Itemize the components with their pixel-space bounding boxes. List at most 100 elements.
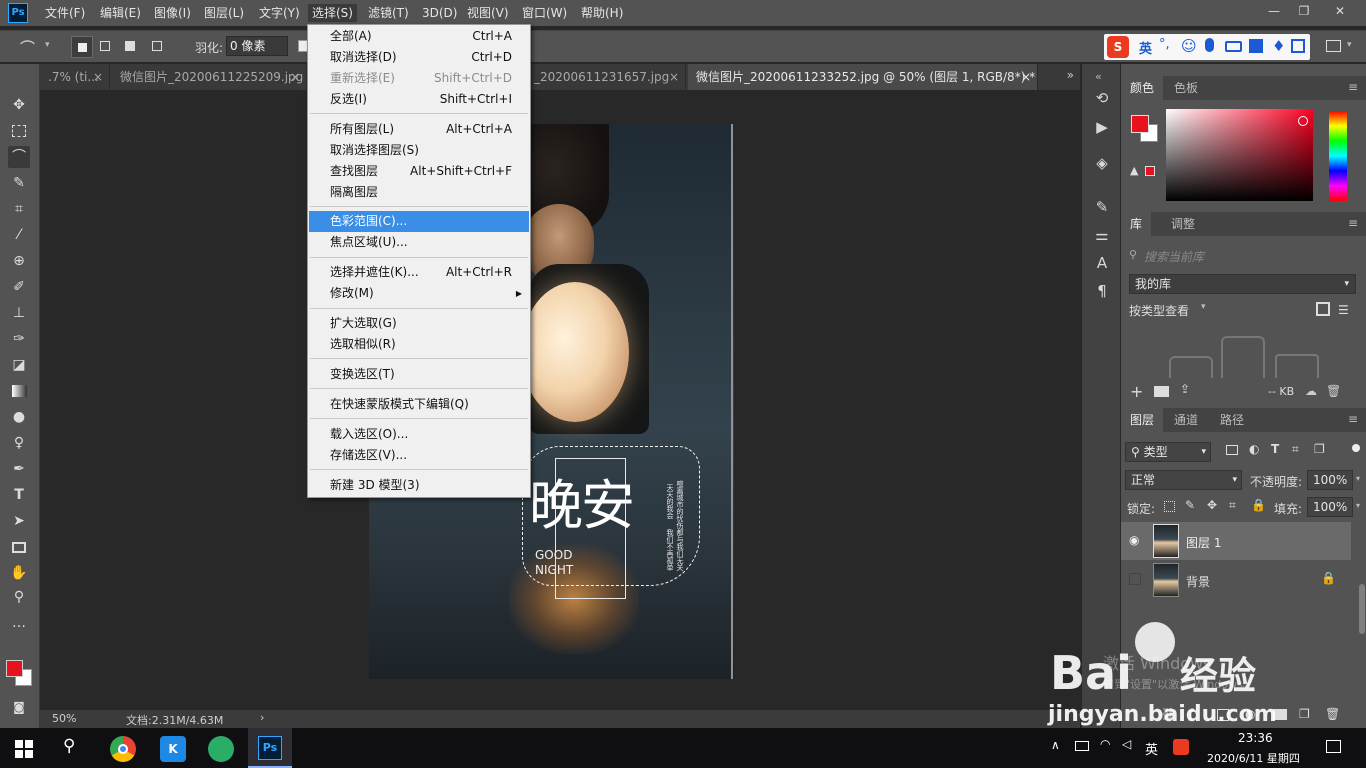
windows-start-icon[interactable] bbox=[15, 740, 33, 758]
menu-layer[interactable]: 图层(L) bbox=[200, 4, 248, 22]
rectangle-tool-icon[interactable] bbox=[8, 536, 30, 558]
folder-icon[interactable] bbox=[1154, 386, 1169, 397]
restore-button[interactable]: ❐ bbox=[1289, 0, 1319, 22]
adjust-sliders-icon[interactable]: ⚌ bbox=[1091, 224, 1113, 246]
feather-input[interactable]: 0 像素 bbox=[226, 36, 288, 56]
chevron-down-icon[interactable]: ▾ bbox=[1356, 501, 1360, 510]
grid-view-icon[interactable] bbox=[1316, 302, 1330, 316]
add-icon[interactable]: + bbox=[1130, 382, 1143, 401]
library-search-input[interactable]: 搜索当前库 bbox=[1144, 248, 1204, 265]
3d-icon[interactable]: ◈ bbox=[1091, 152, 1113, 174]
layer-row-2[interactable]: 背景 🔒 bbox=[1121, 561, 1351, 599]
view-by-type[interactable]: 按类型查看 bbox=[1129, 302, 1189, 319]
filter-type-icon[interactable]: T bbox=[1271, 442, 1279, 456]
menu-item-transform-selection[interactable]: 变换选区(T) bbox=[309, 364, 529, 385]
network-icon[interactable]: ◠ bbox=[1100, 737, 1110, 751]
emoji-icon[interactable]: ☺ bbox=[1181, 37, 1197, 55]
menu-item-modify[interactable]: 修改(M) ▶ bbox=[309, 283, 529, 304]
menu-select[interactable]: 选择(S) bbox=[308, 4, 357, 22]
tab-channels[interactable]: 通道 bbox=[1165, 408, 1207, 432]
skin-icon[interactable] bbox=[1249, 39, 1263, 53]
brush-tool-icon[interactable]: ✐ bbox=[8, 276, 30, 298]
history-icon[interactable]: ⟲ bbox=[1091, 87, 1113, 109]
microphone-icon[interactable] bbox=[1205, 38, 1214, 52]
lock-artboard-icon[interactable]: ⌗ bbox=[1229, 498, 1236, 513]
gradient-tool-icon[interactable] bbox=[8, 380, 30, 402]
menu-3d[interactable]: 3D(D) bbox=[418, 4, 461, 22]
upload-icon[interactable]: ⇪ bbox=[1180, 382, 1190, 396]
hand-tool-icon[interactable]: ✋ bbox=[8, 562, 30, 584]
filter-adjustment-icon[interactable]: ◐ bbox=[1249, 442, 1259, 456]
tab-color[interactable]: 颜色 bbox=[1121, 76, 1164, 100]
lock-transparent-icon[interactable] bbox=[1164, 501, 1175, 512]
actions-play-icon[interactable]: ▶ bbox=[1091, 116, 1113, 138]
tab-swatches[interactable]: 色板 bbox=[1165, 76, 1207, 100]
close-button[interactable]: ✕ bbox=[1325, 0, 1355, 22]
menu-item-save-selection[interactable]: 存储选区(V)... bbox=[309, 445, 529, 466]
panel-menu-icon[interactable]: ≡ bbox=[1348, 412, 1358, 426]
zoom-tool-icon[interactable]: ⚲ bbox=[8, 586, 30, 608]
ime-lang-indicator[interactable]: 英 bbox=[1145, 739, 1158, 758]
new-layer-icon[interactable]: ❐ bbox=[1299, 707, 1310, 721]
wechat-icon[interactable] bbox=[208, 736, 234, 762]
library-select[interactable]: 我的库 ▾ bbox=[1129, 274, 1356, 294]
search-icon[interactable]: ⚲ bbox=[63, 736, 75, 756]
tab-doc-active[interactable]: 微信图片_20200611233252.jpg @ 50% (图层 1, RGB… bbox=[688, 64, 1038, 90]
keyboard-icon[interactable] bbox=[1225, 41, 1242, 52]
quick-mask-icon[interactable]: ◙ bbox=[8, 696, 30, 718]
lasso-tool-icon[interactable]: ⌒ bbox=[8, 146, 30, 168]
list-view-icon[interactable]: ☰ bbox=[1338, 303, 1349, 317]
gamut-swatch[interactable] bbox=[1145, 166, 1155, 176]
close-icon[interactable]: × bbox=[1021, 64, 1031, 90]
eyedropper-tool-icon[interactable]: ⁄ bbox=[8, 224, 30, 246]
layer-filter-select[interactable]: ⚲ 类型 ▾ bbox=[1125, 442, 1211, 462]
foreground-color-swatch[interactable] bbox=[6, 660, 23, 677]
filter-pixel-icon[interactable] bbox=[1226, 445, 1238, 455]
lock-pixels-icon[interactable]: ✎ bbox=[1185, 498, 1195, 512]
menu-item-find-layers[interactable]: 查找图层 Alt+Shift+Ctrl+F bbox=[309, 161, 529, 182]
panel-menu-icon[interactable]: ≡ bbox=[1348, 80, 1358, 94]
sogou-logo-icon[interactable]: S bbox=[1107, 36, 1129, 58]
ime-punct-toggle[interactable]: °, bbox=[1159, 37, 1170, 52]
workspace-icon[interactable] bbox=[1326, 40, 1341, 52]
status-menu-arrow[interactable]: › bbox=[260, 711, 264, 724]
tshirt-icon[interactable]: ♦ bbox=[1272, 37, 1285, 55]
menu-item-focus-area[interactable]: 焦点区域(U)... bbox=[309, 232, 529, 253]
tab-paths[interactable]: 路径 bbox=[1211, 408, 1253, 432]
panel-menu-icon[interactable]: ≡ bbox=[1348, 216, 1358, 230]
fg-color-swatch[interactable] bbox=[1131, 115, 1149, 133]
tab-layers[interactable]: 图层 bbox=[1121, 408, 1164, 432]
tab-library[interactable]: 库 bbox=[1121, 212, 1152, 236]
eraser-tool-icon[interactable]: ◪ bbox=[8, 354, 30, 376]
lasso-preset-icon[interactable]: ⌒ bbox=[20, 37, 35, 58]
menu-item-deselect-layers[interactable]: 取消选择图层(S) bbox=[309, 140, 529, 161]
clock-time[interactable]: 23:36 bbox=[1238, 731, 1273, 745]
chrome-icon[interactable] bbox=[110, 736, 136, 762]
quick-select-tool-icon[interactable]: ✎ bbox=[8, 172, 30, 194]
menu-edit[interactable]: 编辑(E) bbox=[96, 4, 145, 22]
hue-slider[interactable] bbox=[1329, 111, 1347, 201]
stamp-tool-icon[interactable]: ⊥ bbox=[8, 302, 30, 324]
paragraph-icon[interactable]: ¶ bbox=[1091, 280, 1113, 302]
menu-item-new-3d-model[interactable]: 新建 3D 模型(3) bbox=[309, 475, 529, 496]
gamut-warning-icon[interactable]: ▲ bbox=[1130, 164, 1138, 177]
menu-item-all-layers[interactable]: 所有图层(L) Alt+Ctrl+A bbox=[309, 119, 529, 140]
opacity-input[interactable]: 100% bbox=[1307, 470, 1353, 490]
collapse-panels-icon[interactable]: « bbox=[1095, 70, 1102, 83]
layer-row-1[interactable]: ◉ 图层 1 bbox=[1121, 522, 1351, 560]
close-icon[interactable]: × bbox=[669, 64, 679, 90]
menu-image[interactable]: 图像(I) bbox=[150, 4, 195, 22]
healing-tool-icon[interactable]: ⊕ bbox=[8, 250, 30, 272]
menu-filter[interactable]: 滤镜(T) bbox=[364, 4, 413, 22]
layer-name[interactable]: 图层 1 bbox=[1186, 534, 1221, 551]
layers-scrollbar[interactable] bbox=[1359, 584, 1365, 634]
filter-smart-icon[interactable]: ❐ bbox=[1314, 442, 1325, 456]
menu-item-select-and-mask[interactable]: 选择并遮住(K)... Alt+Ctrl+R bbox=[309, 262, 529, 283]
eye-icon[interactable]: ◉ bbox=[1129, 533, 1139, 547]
menu-item-deselect[interactable]: 取消选择(D) Ctrl+D bbox=[309, 47, 529, 68]
menu-item-isolate-layers[interactable]: 隔离图层 bbox=[309, 182, 529, 203]
volume-icon[interactable]: ◁ bbox=[1122, 737, 1131, 751]
lock-position-icon[interactable]: ✥ bbox=[1207, 498, 1217, 512]
menu-item-quick-mask[interactable]: 在快速蒙版模式下编辑(Q) bbox=[309, 394, 529, 415]
visibility-toggle[interactable] bbox=[1129, 573, 1141, 585]
